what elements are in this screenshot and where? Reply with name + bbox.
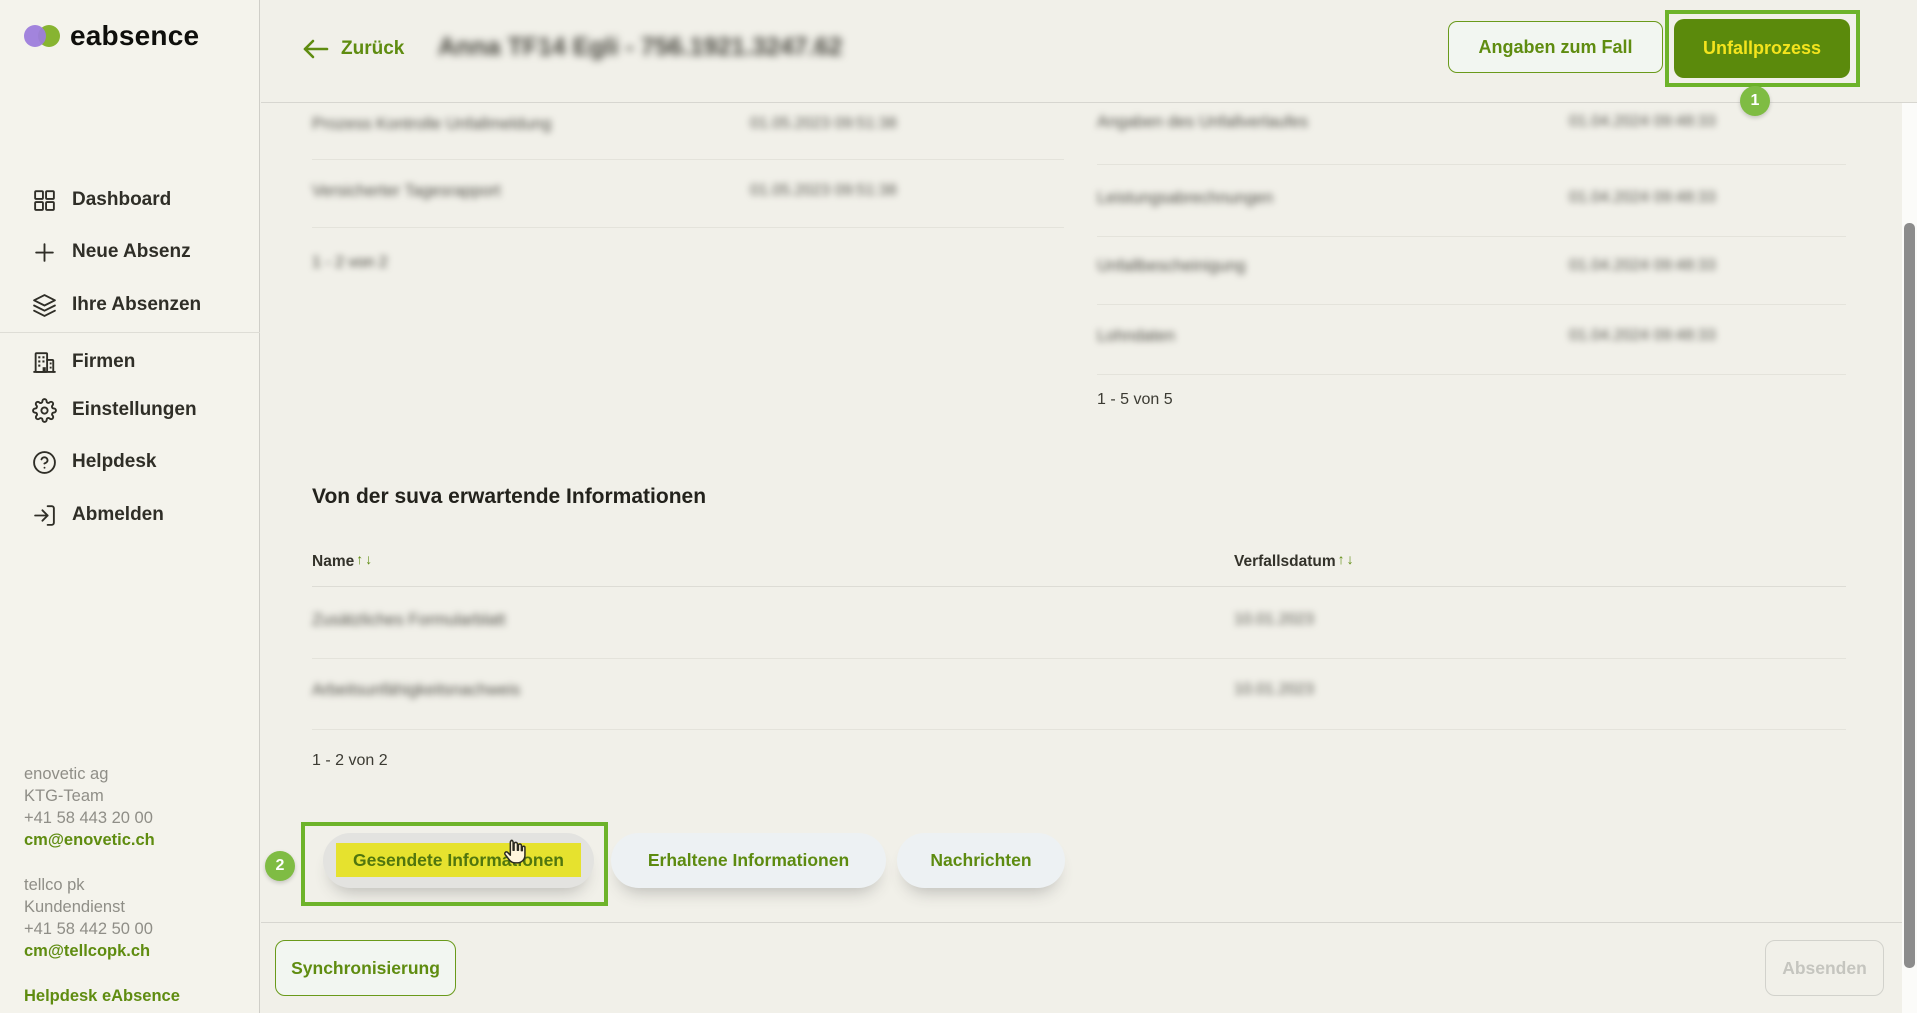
action-footer: Synchronisierung Absenden [261, 922, 1917, 1013]
contact-phone: +41 58 442 50 00 [24, 918, 180, 940]
scrollbar-thumb[interactable] [1904, 223, 1915, 968]
tutorial-step-2-badge: 2 [265, 851, 295, 881]
logo-circles-icon [24, 22, 62, 50]
column-label: Verfallsdatum [1234, 553, 1336, 571]
question-circle-icon [32, 450, 57, 475]
tab-nachrichten[interactable]: Nachrichten [897, 833, 1065, 888]
tab-gesendete-informationen[interactable]: Gesendete Informationen [323, 833, 594, 888]
item-date-redacted: 01.04.2024 09:48:33 [1569, 257, 1716, 275]
sidebar-item-label: Helpdesk [72, 451, 156, 473]
item-date-redacted: 01.04.2024 09:48:33 [1569, 113, 1716, 131]
case-title-redacted: Anna TF14 Egli - 756.1921.3247.62 [438, 33, 842, 62]
pagination-redacted: 1 - 2 von 2 [312, 254, 388, 272]
list-item[interactable]: Angaben des Unfallverlaufes 01.04.2024 0… [1097, 103, 1846, 165]
column-label: Name [312, 553, 354, 571]
sidebar-item-helpdesk[interactable]: Helpdesk [32, 446, 156, 478]
sidebar-item-label: Einstellungen [72, 399, 197, 421]
item-name-redacted: Unfallbescheinigung [1097, 257, 1246, 276]
row-name-redacted: Arbeitsunfähigkeitsnachweis [312, 681, 520, 700]
angaben-zum-fall-button[interactable]: Angaben zum Fall [1448, 21, 1663, 73]
list-item[interactable]: Leistungsabrechnungen 01.04.2024 09:48:3… [1097, 165, 1846, 237]
sort-column-verfallsdatum[interactable]: Verfallsdatum ↑↓ [1234, 553, 1354, 571]
sent-info-list-right: Angaben des Unfallverlaufes 01.04.2024 0… [1097, 103, 1846, 409]
pagination: 1 - 2 von 2 [312, 752, 1846, 770]
contact-email-link[interactable]: cm@enovetic.ch [24, 829, 180, 851]
sidebar-item-label: Abmelden [72, 504, 164, 526]
sent-info-list-left: Prozess Kontrolle Unfallmeldung 01.05.20… [312, 103, 1064, 272]
row-expiry-redacted: 10.01.2023 [1234, 611, 1314, 629]
logout-icon [32, 503, 57, 528]
sidebar: eabsence Dashboard Neue Absenz Ihre Abse… [0, 0, 260, 1013]
contact-phone: +41 58 443 20 00 [24, 807, 180, 829]
item-name-redacted: Versicherter Tagesrapport [312, 182, 501, 201]
dashboard-grid-icon [32, 188, 57, 213]
tab-label: Gesendete Informationen [353, 850, 564, 871]
absenden-button-disabled[interactable]: Absenden [1765, 940, 1884, 996]
list-item[interactable]: Prozess Kontrolle Unfallmeldung 01.05.20… [312, 103, 1064, 160]
item-name-redacted: Angaben des Unfallverlaufes [1097, 113, 1308, 132]
table-row[interactable]: Zusätzliches Formularblatt 10.01.2023 [312, 587, 1846, 659]
item-date-redacted: 01.04.2024 09:48:33 [1569, 327, 1716, 345]
synchronisierung-button[interactable]: Synchronisierung [275, 940, 456, 996]
list-item[interactable]: Unfallbescheinigung 01.04.2024 09:48:33 [1097, 237, 1846, 305]
layers-icon [32, 293, 57, 318]
sidebar-item-label: Ihre Absenzen [72, 294, 201, 316]
eabsence-app: eabsence Dashboard Neue Absenz Ihre Abse… [0, 0, 1917, 1013]
sidebar-item-einstellungen[interactable]: Einstellungen [32, 394, 197, 426]
section-title: Von der suva erwartende Informationen [312, 485, 706, 509]
case-header: Zurück Anna TF14 Egli - 756.1921.3247.62… [261, 0, 1917, 103]
list-item[interactable]: Versicherter Tagesrapport 01.05.2023 09:… [312, 160, 1064, 228]
tab-label: Nachrichten [930, 850, 1031, 871]
expected-info-table: Zusätzliches Formularblatt 10.01.2023 Ar… [312, 587, 1846, 770]
sidebar-item-ihre-absenzen[interactable]: Ihre Absenzen [32, 289, 201, 321]
back-label: Zurück [341, 38, 404, 60]
item-date-redacted: 01.05.2023 09:51:38 [750, 115, 897, 133]
sort-desc-icon[interactable]: ↓ [365, 551, 372, 569]
contact-email-link[interactable]: cm@tellcopk.ch [24, 940, 180, 962]
list-item[interactable]: Lohndaten 01.04.2024 09:48:33 [1097, 305, 1846, 375]
sidebar-item-firmen[interactable]: Firmen [32, 346, 135, 378]
logo-text: eabsence [70, 20, 199, 52]
sidebar-item-label: Neue Absenz [72, 241, 191, 263]
sidebar-item-neue-absenz[interactable]: Neue Absenz [32, 236, 191, 268]
sidebar-item-abmelden[interactable]: Abmelden [32, 499, 164, 531]
unfallprozess-button[interactable]: Unfallprozess [1674, 19, 1850, 78]
table-row[interactable]: Arbeitsunfähigkeitsnachweis 10.01.2023 [312, 659, 1846, 730]
arrow-left-icon [300, 36, 330, 62]
sort-asc-icon[interactable]: ↑ [1338, 551, 1345, 569]
back-button[interactable]: Zurück [300, 36, 404, 62]
row-expiry-redacted: 10.01.2023 [1234, 681, 1314, 699]
row-name-redacted: Zusätzliches Formularblatt [312, 611, 505, 630]
sidebar-item-label: Firmen [72, 351, 135, 373]
tutorial-step-1-badge: 1 [1740, 86, 1770, 116]
app-logo[interactable]: eabsence [24, 20, 199, 52]
item-date-redacted: 01.04.2024 09:48:33 [1569, 189, 1716, 207]
tab-erhaltene-informationen[interactable]: Erhaltene Informationen [611, 833, 886, 888]
pagination: 1 - 5 von 5 [1097, 391, 1846, 409]
item-name-redacted: Prozess Kontrolle Unfallmeldung [312, 115, 551, 134]
item-date-redacted: 01.05.2023 09:51:38 [750, 182, 897, 200]
item-name-redacted: Lohndaten [1097, 327, 1175, 346]
sort-desc-icon[interactable]: ↓ [1347, 551, 1354, 569]
sidebar-contact-block: enovetic ag KTG-Team +41 58 443 20 00 cm… [24, 763, 180, 1007]
sidebar-divider [0, 332, 260, 333]
sort-asc-icon[interactable]: ↑ [356, 551, 363, 569]
helpdesk-eabsence-link[interactable]: Helpdesk eAbsence [24, 985, 180, 1007]
expected-table-header: Name ↑↓ Verfallsdatum ↑↓ [312, 553, 1846, 587]
sidebar-item-label: Dashboard [72, 189, 171, 211]
tab-label: Erhaltene Informationen [648, 850, 849, 871]
contact-company: tellco pk [24, 874, 180, 896]
contact-company: enovetic ag [24, 763, 180, 785]
contact-team: KTG-Team [24, 785, 180, 807]
sidebar-item-dashboard[interactable]: Dashboard [32, 184, 171, 216]
contact-team: Kundendienst [24, 896, 180, 918]
scrollbar-track[interactable] [1902, 103, 1917, 1013]
item-name-redacted: Leistungsabrechnungen [1097, 189, 1273, 208]
gear-icon [32, 398, 57, 423]
sort-column-name[interactable]: Name ↑↓ [312, 553, 372, 571]
plus-icon [32, 240, 57, 265]
building-icon [32, 350, 57, 375]
